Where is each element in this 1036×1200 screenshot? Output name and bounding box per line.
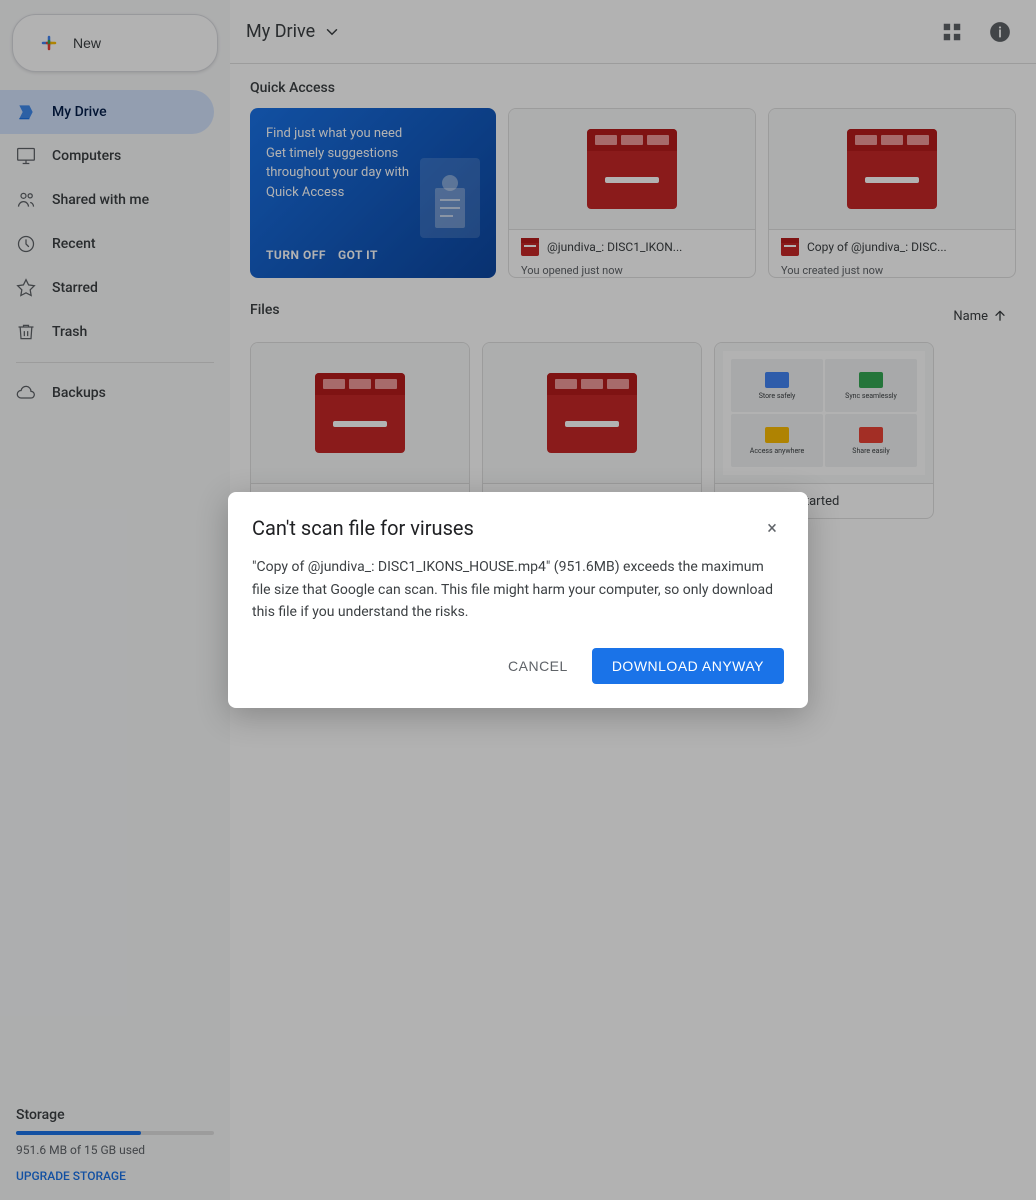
dialog-actions: CANCEL DOWNLOAD ANYWAY bbox=[252, 648, 784, 684]
download-anyway-button[interactable]: DOWNLOAD ANYWAY bbox=[592, 648, 784, 684]
dialog-title: Can't scan file for viruses bbox=[252, 516, 474, 540]
dialog-body: "Copy of @jundiva_: DISC1_IKONS_HOUSE.mp… bbox=[252, 556, 784, 623]
dialog-close-button[interactable]: × bbox=[760, 516, 784, 540]
cancel-button[interactable]: CANCEL bbox=[492, 648, 584, 684]
virus-scan-dialog: Can't scan file for viruses × "Copy of @… bbox=[228, 492, 808, 707]
close-icon: × bbox=[767, 518, 777, 539]
dialog-overlay: Can't scan file for viruses × "Copy of @… bbox=[0, 0, 1036, 1200]
dialog-header: Can't scan file for viruses × bbox=[252, 516, 784, 540]
